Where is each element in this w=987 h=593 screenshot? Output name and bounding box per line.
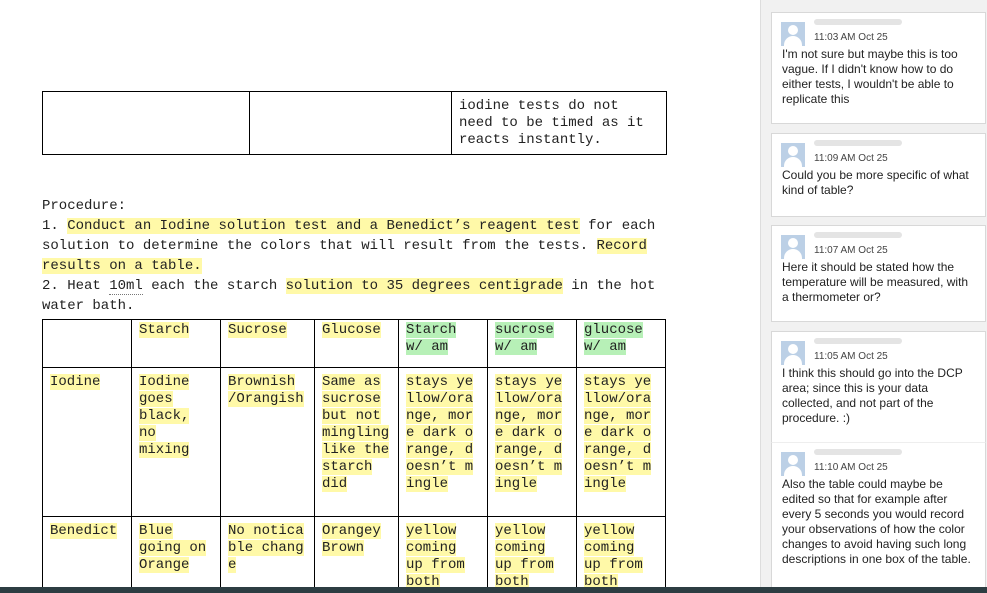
table-cell[interactable]: yellow coming up from both bbox=[398, 516, 488, 593]
header-cell[interactable]: glucose w/ am bbox=[576, 319, 666, 368]
cell-text: yellow coming up from both bbox=[584, 523, 643, 590]
window-bottom-bar bbox=[0, 587, 987, 593]
comment-timestamp: 11:03 AM Oct 25 bbox=[814, 32, 888, 43]
comment-card[interactable]: 11:10 AM Oct 25 Also the table could may… bbox=[771, 442, 986, 593]
table-cell[interactable]: stays yellow/orange, more dark orange, d… bbox=[576, 367, 666, 517]
header-text: Starch w/ am bbox=[406, 322, 457, 355]
avatar bbox=[781, 235, 805, 259]
row-label-cell[interactable]: Benedict bbox=[42, 516, 132, 593]
step-text: each the starch bbox=[142, 278, 286, 294]
cell-text: Same as sucrose but not mingling like th… bbox=[322, 374, 390, 492]
row-label: Benedict bbox=[50, 523, 118, 539]
table-cell[interactable]: yellow coming up from both bbox=[487, 516, 577, 593]
header-cell[interactable] bbox=[42, 319, 132, 368]
comment-header: 11:10 AM Oct 25 bbox=[772, 443, 985, 476]
row-label-cell[interactable]: Iodine bbox=[42, 367, 132, 517]
table-cell[interactable]: stays yellow/orange, more dark orange, d… bbox=[487, 367, 577, 517]
results-table: Starch Sucrose Glucose Starch w/ am sucr… bbox=[42, 319, 666, 593]
table-cell[interactable]: No noticable change bbox=[220, 516, 315, 593]
table-cell[interactable]: Iodine goes black, no mixing bbox=[131, 367, 221, 517]
header-cell[interactable]: Starch bbox=[131, 319, 221, 368]
header-text: Sucrose bbox=[228, 322, 287, 338]
table-cell[interactable]: Orangey Brown bbox=[314, 516, 399, 593]
header-text: glucose w/ am bbox=[584, 322, 643, 355]
cell-text: yellow coming up from both bbox=[495, 523, 554, 590]
author-name-redacted bbox=[814, 338, 902, 344]
table-row: Iodine Iodine goes black, no mixing Brow… bbox=[42, 367, 666, 517]
table-cell[interactable]: Brownish /Orangish bbox=[220, 367, 315, 517]
procedure-step-1: 1. Conduct an Iodine solution test and a… bbox=[42, 216, 672, 276]
author-name-redacted bbox=[814, 140, 902, 146]
cell-text: stays yellow/orange, more dark orange, d… bbox=[495, 374, 563, 492]
header-text: sucrose w/ am bbox=[495, 322, 554, 355]
comment-card[interactable]: 11:09 AM Oct 25 Could you be more specif… bbox=[771, 133, 986, 217]
comment-text: I think this should go into the DCP area… bbox=[782, 366, 963, 425]
comment-timestamp: 11:10 AM Oct 25 bbox=[814, 462, 888, 473]
comment-header: 11:05 AM Oct 25 bbox=[772, 332, 985, 365]
comment-text: I'm not sure but maybe this is too vague… bbox=[782, 47, 958, 106]
top-table: iodine tests do not need to be timed as … bbox=[42, 91, 667, 155]
comment-timestamp: 11:05 AM Oct 25 bbox=[814, 351, 888, 362]
procedure-step-2: 2. Heat 10ml each the starch solution to… bbox=[42, 276, 672, 316]
header-cell[interactable]: Sucrose bbox=[220, 319, 315, 368]
table-cell[interactable]: Blue going on Orange bbox=[131, 516, 221, 593]
cell-text: Brownish /Orangish bbox=[228, 374, 304, 407]
comment-header: 11:03 AM Oct 25 bbox=[772, 13, 985, 46]
cell-text: yellow coming up from both bbox=[406, 523, 465, 590]
avatar bbox=[781, 143, 805, 167]
table-cell[interactable]: stays yellow/orange, more dark orange, d… bbox=[398, 367, 488, 517]
author-name-redacted bbox=[814, 232, 902, 238]
document-canvas[interactable]: iodine tests do not need to be timed as … bbox=[0, 0, 760, 593]
procedure-heading: Procedure: bbox=[42, 198, 127, 214]
comment-card[interactable]: 11:07 AM Oct 25 Here it should be stated… bbox=[771, 225, 986, 322]
comment-text: Could you be more specific of what kind … bbox=[782, 168, 969, 197]
avatar bbox=[781, 22, 805, 46]
cell-text: stays yellow/orange, more dark orange, d… bbox=[584, 374, 652, 492]
spellcheck-underline[interactable]: 10ml bbox=[109, 278, 143, 295]
author-name-redacted bbox=[814, 19, 902, 25]
header-cell[interactable]: sucrose w/ am bbox=[487, 319, 577, 368]
comments-sidebar[interactable]: 11:03 AM Oct 25 I'm not sure but maybe t… bbox=[760, 0, 987, 593]
cell-text: Orangey Brown bbox=[322, 523, 381, 556]
comment-header: 11:09 AM Oct 25 bbox=[772, 134, 985, 167]
cell-text: stays yellow/orange, more dark orange, d… bbox=[406, 374, 474, 492]
comment-timestamp: 11:09 AM Oct 25 bbox=[814, 153, 888, 164]
comment-text: Here it should be stated how the tempera… bbox=[782, 260, 969, 304]
header-cell[interactable]: Starch w/ am bbox=[398, 319, 488, 368]
comment-text: Also the table could maybe be edited so … bbox=[782, 477, 971, 566]
table-header-row: Starch Sucrose Glucose Starch w/ am sucr… bbox=[42, 319, 666, 368]
comment-header: 11:07 AM Oct 25 bbox=[772, 226, 985, 259]
cell-text: iodine tests do not need to be timed as … bbox=[459, 98, 644, 148]
cell-text: Iodine goes black, no mixing bbox=[139, 374, 190, 458]
cell-text: Blue going on Orange bbox=[139, 523, 207, 573]
table-row: iodine tests do not need to be timed as … bbox=[42, 91, 667, 155]
comment-card[interactable]: 11:03 AM Oct 25 I'm not sure but maybe t… bbox=[771, 12, 986, 124]
comment-card[interactable]: 11:05 AM Oct 25 I think this should go i… bbox=[771, 331, 986, 443]
row-label: Iodine bbox=[50, 374, 101, 390]
highlighted-text[interactable]: solution to 35 degrees centigrade bbox=[285, 278, 563, 294]
avatar bbox=[781, 341, 805, 365]
cell-text: No noticable change bbox=[228, 523, 304, 573]
table-cell[interactable] bbox=[42, 91, 250, 155]
highlighted-text[interactable]: Conduct an Iodine solution test and a Be… bbox=[67, 218, 580, 234]
avatar bbox=[781, 452, 805, 476]
procedure-section[interactable]: Procedure: 1. Conduct an Iodine solution… bbox=[42, 196, 682, 316]
table-cell[interactable] bbox=[249, 91, 452, 155]
header-text: Glucose bbox=[322, 322, 381, 338]
table-cell[interactable]: yellow coming up from both bbox=[576, 516, 666, 593]
table-row: Benedict Blue going on Orange No noticab… bbox=[42, 516, 666, 593]
header-text: Starch bbox=[139, 322, 190, 338]
comment-timestamp: 11:07 AM Oct 25 bbox=[814, 245, 888, 256]
header-cell[interactable]: Glucose bbox=[314, 319, 399, 368]
author-name-redacted bbox=[814, 449, 902, 455]
step-number: 1. bbox=[42, 218, 68, 234]
table-cell[interactable]: Same as sucrose but not mingling like th… bbox=[314, 367, 399, 517]
step-number: 2. Heat bbox=[42, 278, 110, 294]
table-cell[interactable]: iodine tests do not need to be timed as … bbox=[451, 91, 667, 155]
